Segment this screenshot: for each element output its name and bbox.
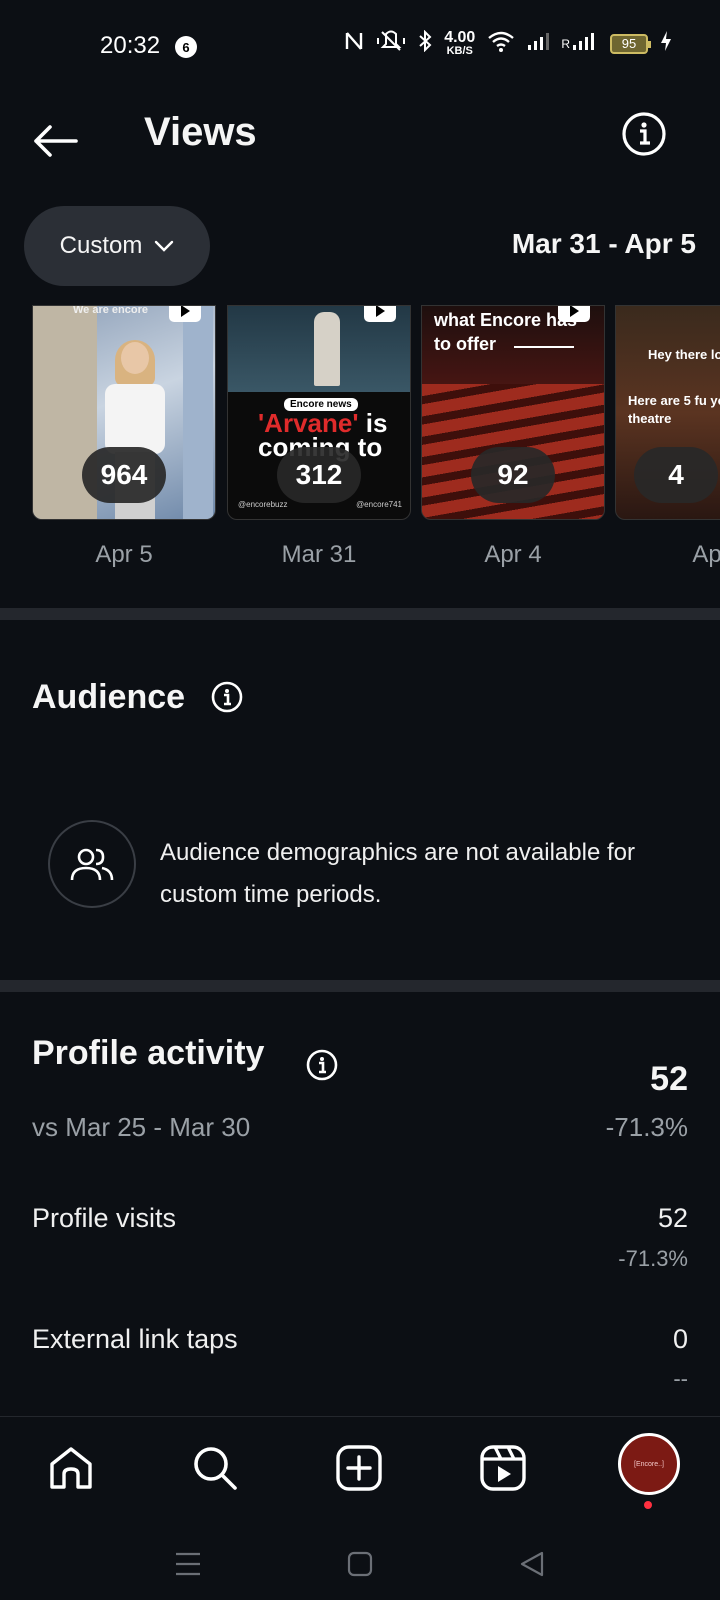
nav-reels[interactable] [476,1441,530,1495]
notification-count-badge: 6 [175,36,197,58]
page-title: Views [144,110,257,154]
profile-activity-info-icon[interactable] [305,1048,339,1082]
status-time: 20:32 [100,32,161,59]
audience-info-icon[interactable] [210,680,244,714]
time-period-dropdown[interactable]: Custom [24,206,210,286]
network-speed: 4.00 KB/S [444,29,476,57]
status-bar: 20:32 6 4.00 KB/S R 95 [0,0,720,96]
comparison-period: vs Mar 25 - Mar 30 [32,1112,251,1142]
audience-icon-circle [48,820,136,908]
view-count: 964 [82,447,166,503]
content-thumbnail[interactable]: Hey there love Here are 5 fu you didn't … [615,305,720,520]
roaming-label: R [561,36,570,51]
recent-apps-button[interactable] [172,1548,204,1580]
add-post-icon [336,1445,382,1491]
profile-visits-value: 52 [657,1203,688,1233]
reel-icon [364,306,396,322]
profile-activity-change: -71.3% [605,1112,688,1142]
thumbnail-caption: to offer [434,334,496,354]
content-thumbnail[interactable]: what Encore has to offer 92 [421,305,605,520]
content-date: Mar 31 [281,541,357,568]
bluetooth-icon [418,29,432,57]
people-icon [70,848,114,881]
wifi-icon [487,30,515,57]
signal-icon-2 [572,31,598,56]
profile-visits-change: -71.3% [618,1246,688,1271]
arrow-line [514,346,574,348]
section-divider [0,608,720,620]
square-icon [347,1551,373,1577]
reels-icon [480,1445,526,1491]
nav-search[interactable] [188,1441,242,1495]
content-date: Apr 5 [95,541,153,568]
status-icons: 4.00 KB/S R 95 [344,30,672,57]
chevron-down-icon [155,240,174,252]
external-link-taps-label: External link taps [32,1324,238,1354]
back-nav-button[interactable] [516,1548,548,1580]
back-arrow-icon [34,125,78,157]
content-thumbnail[interactable]: Encore news 'Arvane' is coming to @encor… [227,305,411,520]
top-content-strip: We are encore 964 Apr 5 Encore news 'Arv… [0,305,720,605]
thumbnail-caption: Hey there love [648,347,720,362]
home-icon [50,1447,92,1489]
thumbnail-caption: Here are 5 fu you didn't k theatre [628,393,720,426]
nav-profile-avatar[interactable]: [Encore..] [618,1433,680,1495]
reel-icon [558,306,590,322]
info-button[interactable] [620,110,668,158]
time-period-label: Custom [59,232,143,259]
reel-icon [169,306,201,322]
menu-lines-icon [176,1552,200,1576]
charging-icon [660,30,672,57]
content-thumbnail[interactable]: We are encore 964 [32,305,216,520]
mute-vibrate-icon [376,30,406,57]
system-navigation-bar [0,1526,720,1600]
thumbnail-caption: We are encore [73,305,149,316]
profile-visits-label: Profile visits [32,1203,177,1233]
triangle-back-icon [520,1551,544,1577]
battery-indicator: 95 [610,33,651,54]
section-divider [0,980,720,992]
profile-activity-total: 52 [650,1060,688,1098]
back-button[interactable] [30,116,80,166]
audience-title: Audience [32,678,186,716]
thumbnail-caption: what Encore has [434,310,578,330]
search-icon [194,1447,237,1490]
nav-home[interactable] [44,1441,98,1495]
view-count: 312 [277,447,361,503]
signal-icon-1 [527,31,550,56]
header: Views [0,96,720,196]
external-link-taps-value: 0 [672,1324,688,1354]
nav-create[interactable] [332,1441,386,1495]
external-link-taps-change: -- [673,1366,688,1391]
notification-dot [644,1501,652,1509]
profile-activity-title: Profile activity [32,1034,265,1072]
home-button[interactable] [344,1548,376,1580]
date-range: Mar 31 - Apr 5 [511,228,696,259]
audience-message: Audience demographics are not available … [160,839,635,908]
info-icon [622,112,666,156]
view-count: 92 [471,447,555,503]
nfc-icon [344,30,364,57]
content-date: Apr 4 [484,541,542,568]
bottom-navigation: [Encore..] [0,1416,720,1526]
view-count: 4 [634,447,718,503]
content-date: Ap [692,541,720,568]
